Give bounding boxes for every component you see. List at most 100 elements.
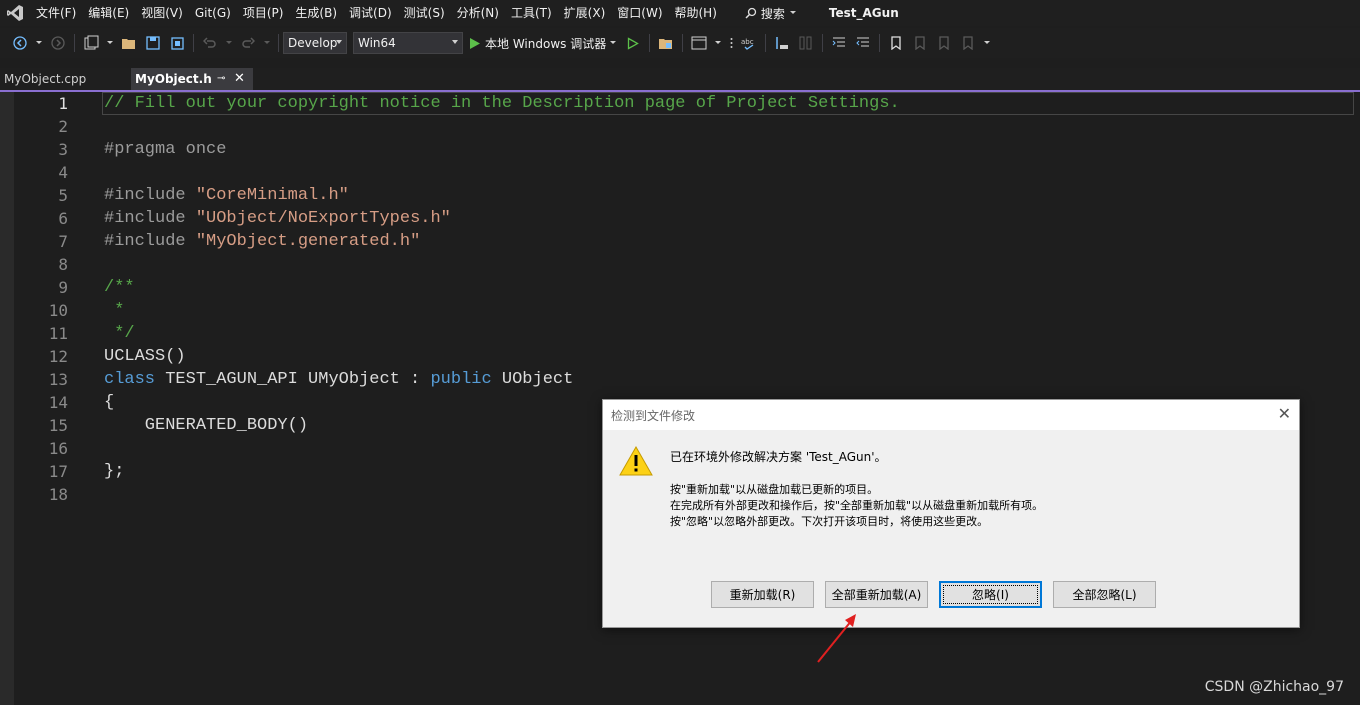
menu-test[interactable]: 测试(S) — [398, 0, 451, 26]
menu-tools[interactable]: 工具(T) — [505, 0, 558, 26]
toolbar-separator — [682, 34, 684, 52]
menu-extensions[interactable]: 扩展(X) — [558, 0, 612, 26]
menu-file[interactable]: 文件(F) — [30, 0, 82, 26]
code-string: "MyObject.generated.h" — [195, 232, 421, 251]
code-line[interactable] — [104, 253, 1354, 276]
undo-icon[interactable] — [201, 34, 219, 52]
clear-bookmarks-icon[interactable] — [959, 34, 977, 52]
chevron-down-icon[interactable] — [983, 34, 991, 52]
code-text: GENERATED_BODY() — [104, 416, 309, 435]
chevron-down-icon[interactable] — [263, 34, 271, 52]
dialog-titlebar[interactable]: 检测到文件修改 ✕ — [603, 400, 1299, 430]
code-line[interactable]: */ — [104, 322, 1354, 345]
chevron-down-icon[interactable] — [225, 34, 233, 52]
visual-studio-logo-icon[interactable] — [0, 0, 30, 26]
code-line[interactable] — [104, 115, 1354, 138]
line-number: 10 — [48, 301, 68, 320]
code-line[interactable]: #pragma once — [104, 138, 1354, 161]
reload-all-button[interactable]: 全部重新加载(A) — [825, 581, 928, 608]
menu-build[interactable]: 生成(B) — [289, 0, 343, 26]
line-number: 8 — [58, 255, 68, 274]
new-project-icon[interactable] — [82, 34, 100, 52]
line-number-gutter: 1 2 3 4 5 6 7 8 9 10 11 12 13 14 15 16 1… — [14, 92, 74, 506]
next-bookmark-icon[interactable] — [935, 34, 953, 52]
step-into-icon[interactable] — [773, 34, 791, 52]
columns-icon[interactable] — [797, 34, 815, 52]
more-options-icon[interactable] — [728, 34, 734, 52]
toolbar-separator — [822, 34, 824, 52]
chevron-down-icon — [610, 41, 617, 44]
code-line-current[interactable]: // Fill out your copyright notice in the… — [102, 92, 1354, 115]
indicator-margin — [0, 92, 14, 705]
navigate-back-icon[interactable] — [11, 34, 29, 52]
menu-analyze[interactable]: 分析(N) — [451, 0, 505, 26]
code-line[interactable]: /** — [104, 276, 1354, 299]
chevron-down-icon[interactable] — [35, 34, 43, 52]
code-text: UObject — [491, 370, 574, 389]
browse-folder-icon[interactable] — [657, 34, 675, 52]
search-box[interactable]: 搜索 — [737, 0, 805, 26]
toolbar: Develop Win64 本地 Windows 调试器 abc — [0, 28, 1360, 58]
close-icon[interactable]: ✕ — [1278, 404, 1291, 423]
redo-icon[interactable] — [239, 34, 257, 52]
search-label: 搜索 — [760, 6, 785, 21]
code-keyword: class — [104, 370, 156, 389]
chevron-down-icon[interactable] — [714, 34, 722, 52]
toolbar-separator — [765, 34, 767, 52]
start-without-debugging-icon[interactable] — [624, 34, 642, 52]
save-icon[interactable] — [144, 34, 162, 52]
open-folder-icon[interactable] — [120, 34, 138, 52]
play-icon — [470, 37, 480, 49]
code-line[interactable]: * — [104, 299, 1354, 322]
menu-edit[interactable]: 编辑(E) — [82, 0, 135, 26]
window-layout-icon[interactable] — [690, 34, 708, 52]
start-debugging-button[interactable]: 本地 Windows 调试器 — [469, 35, 617, 52]
platform-value: Win64 — [358, 36, 396, 50]
line-number: 11 — [48, 324, 68, 343]
code-text: { — [104, 393, 115, 412]
code-line[interactable]: #include "UObject/NoExportTypes.h" — [104, 207, 1354, 230]
code-string: "CoreMinimal.h" — [195, 186, 349, 205]
code-text: }; — [104, 462, 125, 481]
pin-icon[interactable]: ⊸ — [217, 68, 225, 90]
line-number: 9 — [58, 278, 68, 297]
chevron-down-icon — [452, 40, 458, 44]
menu-bar: 文件(F) 编辑(E) 视图(V) Git(G) 项目(P) 生成(B) 调试(… — [0, 0, 1360, 26]
code-line[interactable]: #include "MyObject.generated.h" — [104, 230, 1354, 253]
save-all-icon[interactable] — [168, 34, 186, 52]
line-number: 7 — [58, 232, 68, 251]
line-number: 5 — [58, 186, 68, 205]
chevron-down-icon[interactable] — [106, 34, 114, 52]
menu-window[interactable]: 窗口(W) — [611, 0, 668, 26]
file-modification-dialog: 检测到文件修改 ✕ 已在环境外修改解决方案 'Test_AGun'。 按"重新加… — [602, 399, 1300, 628]
menu-help[interactable]: 帮助(H) — [669, 0, 723, 26]
chevron-down-icon — [789, 11, 796, 14]
menu-project[interactable]: 项目(P) — [237, 0, 290, 26]
code-line[interactable]: class TEST_AGUN_API UMyObject : public U… — [104, 368, 1354, 391]
navigate-forward-icon[interactable] — [49, 34, 67, 52]
code-line[interactable]: UCLASS() — [104, 345, 1354, 368]
ignore-all-button[interactable]: 全部忽略(L) — [1053, 581, 1156, 608]
menu-debug[interactable]: 调试(D) — [343, 0, 398, 26]
tab-myobject-cpp[interactable]: MyObject.cpp — [0, 68, 128, 90]
close-icon[interactable]: ✕ — [234, 68, 245, 90]
dialog-info-line: 按"忽略"以忽略外部更改。下次打开该项目时，将使用这些更改。 — [670, 515, 989, 528]
code-line[interactable] — [104, 161, 1354, 184]
menu-view[interactable]: 视图(V) — [135, 0, 189, 26]
code-preprocessor: #include — [104, 186, 196, 205]
platform-dropdown[interactable]: Win64 — [353, 32, 463, 54]
tab-myobject-h[interactable]: MyObject.h ⊸ ✕ — [131, 68, 253, 90]
code-text: TEST_AGUN_API UMyObject : — [155, 370, 431, 389]
bookmark-icon[interactable] — [887, 34, 905, 52]
spell-check-icon[interactable]: abc — [740, 34, 758, 52]
ignore-button[interactable]: 忽略(I) — [939, 581, 1042, 608]
code-line[interactable]: #include "CoreMinimal.h" — [104, 184, 1354, 207]
configuration-dropdown[interactable]: Develop — [283, 32, 347, 54]
watermark: CSDN @Zhichao_97 — [1204, 679, 1344, 695]
indent-icon[interactable] — [854, 34, 872, 52]
reload-button[interactable]: 重新加载(R) — [711, 581, 814, 608]
line-number: 13 — [48, 370, 68, 389]
previous-bookmark-icon[interactable] — [911, 34, 929, 52]
menu-git[interactable]: Git(G) — [189, 0, 237, 26]
outdent-icon[interactable] — [830, 34, 848, 52]
